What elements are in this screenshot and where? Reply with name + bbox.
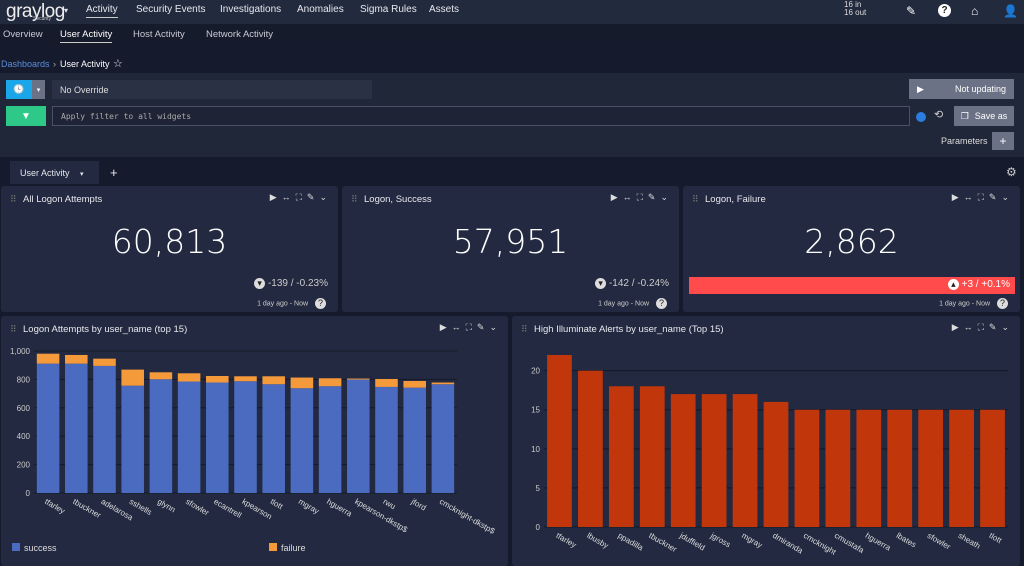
bar-success xyxy=(149,379,173,493)
bar-success xyxy=(36,363,60,493)
bar-value xyxy=(825,409,851,527)
x-tick-label: hguerra xyxy=(864,531,893,553)
x-tick-label: lbates xyxy=(895,531,918,549)
x-tick-label: kpearson xyxy=(241,497,274,521)
bar-success xyxy=(347,379,370,493)
bar-success xyxy=(375,386,398,493)
bar-success xyxy=(177,381,201,493)
bar-failure xyxy=(347,378,370,380)
bar-value xyxy=(949,409,974,527)
bar-value xyxy=(578,370,603,527)
y-tick-label: 200 xyxy=(17,461,31,470)
x-tick-label: glynn xyxy=(156,497,177,514)
bar-value xyxy=(608,386,634,527)
y-tick-label: 10 xyxy=(531,445,540,454)
x-tick-label: sfowler xyxy=(926,531,953,552)
x-tick-label: ecantrell xyxy=(212,497,243,520)
x-tick-label: sheath xyxy=(957,531,982,551)
x-tick-label: tlott xyxy=(269,497,285,512)
x-tick-label: jduffield xyxy=(677,530,706,552)
x-tick-label: tfarley xyxy=(554,531,577,550)
x-tick-label: jford xyxy=(409,496,428,512)
y-tick-label: 0 xyxy=(536,523,541,532)
bar-value xyxy=(918,409,944,527)
y-tick-label: 20 xyxy=(531,367,540,376)
bar-value xyxy=(701,394,727,527)
legend-label-success: success xyxy=(24,543,57,553)
x-tick-label: tbuckner xyxy=(647,531,678,554)
x-tick-label: rwu xyxy=(382,497,398,511)
bar-success xyxy=(431,384,455,493)
bar-failure xyxy=(206,375,229,383)
bar-failure xyxy=(149,372,173,380)
charts-layer: 02004006008001,000tfarley tbuckneradelaro… xyxy=(10,347,1008,557)
bar-success xyxy=(65,363,88,493)
y-tick-label: 0 xyxy=(26,489,31,498)
x-tick-label: tfarley xyxy=(43,497,66,516)
x-tick-label: cmustafa xyxy=(833,531,866,555)
x-tick-label: tlott xyxy=(988,531,1004,546)
bar-failure xyxy=(375,378,398,387)
bar-success xyxy=(121,385,144,493)
x-tick-label: kpearson-dkstp$ xyxy=(353,497,409,535)
bar-failure xyxy=(262,376,285,385)
x-tick-label: jgross xyxy=(708,530,732,549)
x-tick-label: cmcknight-dkstp$ xyxy=(438,497,497,536)
bar-failure xyxy=(36,353,60,364)
x-tick-label: cmcknight xyxy=(802,531,838,557)
bar-value xyxy=(763,401,789,527)
x-tick-label: mgray xyxy=(740,531,764,550)
bar-success xyxy=(403,387,426,493)
legend-swatch-success xyxy=(12,543,20,551)
bar-failure xyxy=(93,358,116,366)
y-tick-label: 5 xyxy=(536,484,541,493)
x-tick-label: sfowler xyxy=(184,497,211,518)
y-tick-label: 1,000 xyxy=(10,347,31,356)
bar-success xyxy=(318,386,342,493)
bar-success xyxy=(262,384,285,493)
bar-failure xyxy=(234,376,257,382)
x-tick-label: dmiranda xyxy=(771,531,805,556)
bar-failure xyxy=(431,382,455,385)
bar-failure xyxy=(177,373,201,382)
bar-value xyxy=(980,409,1005,527)
y-tick-label: 15 xyxy=(531,406,540,415)
y-tick-label: 400 xyxy=(17,432,31,441)
bar-failure xyxy=(318,378,342,387)
bar-failure xyxy=(290,377,314,389)
y-tick-label: 600 xyxy=(17,404,31,413)
bar-success xyxy=(290,388,314,493)
x-tick-label: mgray xyxy=(297,497,321,516)
x-tick-label: lbusby xyxy=(585,531,610,550)
bar-failure xyxy=(121,369,144,386)
bar-success xyxy=(234,381,257,493)
bar-value xyxy=(732,394,758,527)
legend-swatch-failure xyxy=(269,543,277,551)
bar-success xyxy=(206,382,229,493)
bar-failure xyxy=(65,354,88,364)
bar-value xyxy=(547,355,572,527)
bar-value xyxy=(639,386,665,527)
bar-value xyxy=(794,409,820,527)
bar-success xyxy=(93,365,116,493)
bar-value xyxy=(887,409,913,527)
bar-failure xyxy=(403,380,426,388)
x-tick-label: ppadilla xyxy=(616,531,645,553)
legend-label-failure: failure xyxy=(281,543,306,553)
y-tick-label: 800 xyxy=(17,375,31,384)
bar-value xyxy=(670,394,696,527)
x-tick-label: tbuckner xyxy=(71,497,102,520)
x-tick-label: hguerra xyxy=(325,497,354,519)
bar-value xyxy=(856,409,882,527)
